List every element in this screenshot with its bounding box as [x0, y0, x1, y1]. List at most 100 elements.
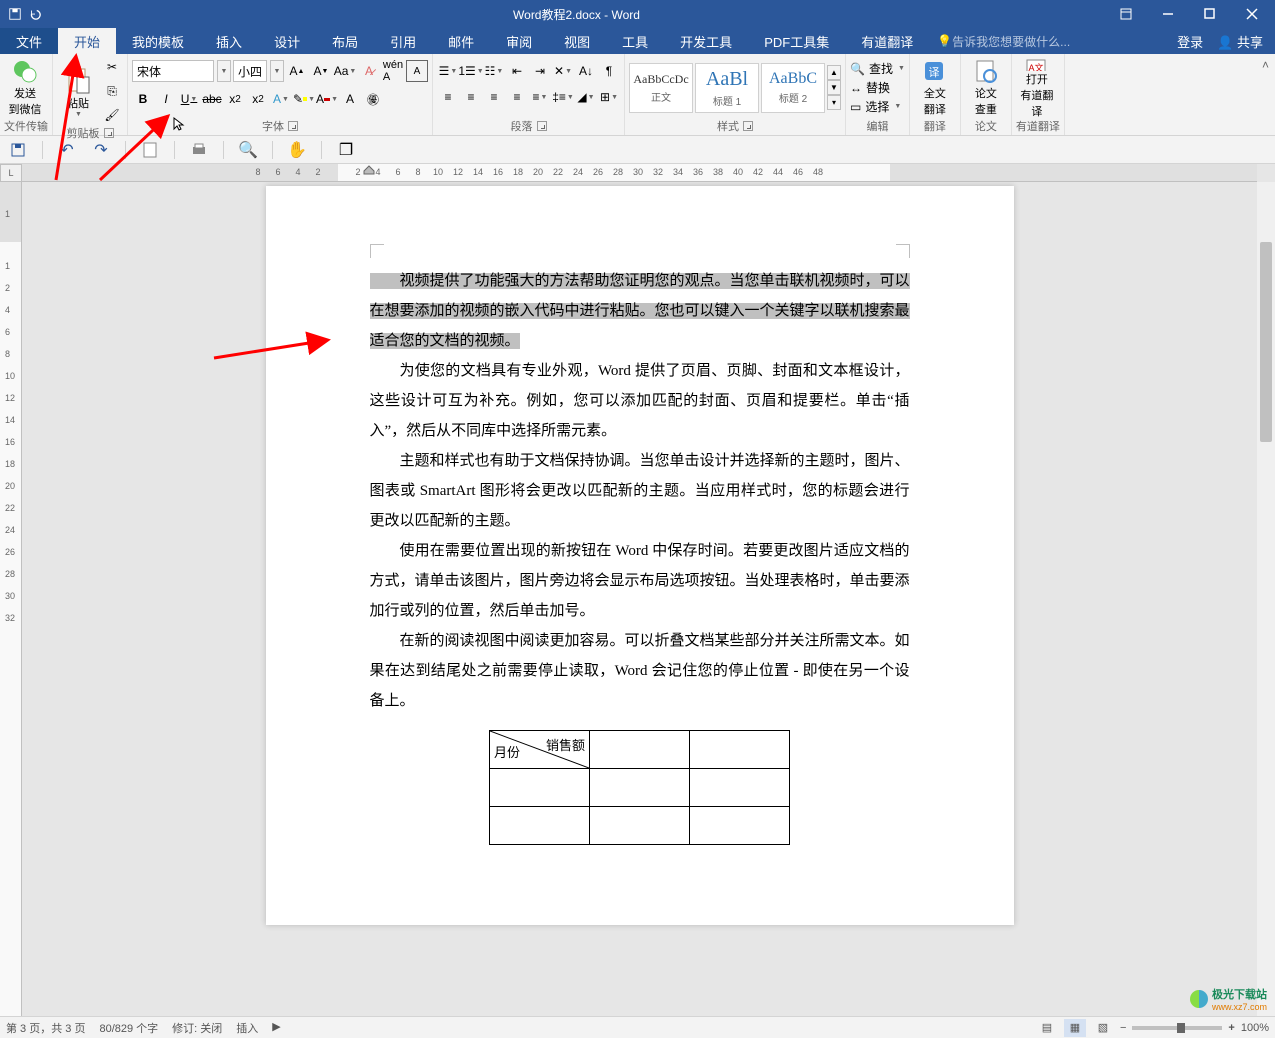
strikethrough-button[interactable]: abc — [201, 88, 223, 110]
qa-redo-icon[interactable]: ↷ — [91, 140, 111, 160]
phonetic-icon[interactable]: wénA — [382, 60, 404, 82]
tab-home[interactable]: 开始 — [58, 28, 116, 54]
share-button[interactable]: 👤 共享 — [1217, 32, 1263, 51]
align-left-icon[interactable]: ≡ — [437, 86, 459, 108]
styles-scroll-up[interactable]: ▲ — [827, 65, 841, 80]
full-translate-button[interactable]: 译 全文 翻译 — [914, 57, 956, 119]
status-words[interactable]: 80/829 个字 — [99, 1020, 158, 1036]
paste-button[interactable]: 粘贴▼ — [57, 60, 99, 122]
tab-file[interactable]: 文件 — [0, 28, 58, 54]
sort-icon[interactable]: A↓ — [575, 60, 597, 82]
shrink-font-icon[interactable]: A▼ — [310, 60, 332, 82]
tab-references[interactable]: 引用 — [374, 28, 432, 54]
subscript-button[interactable]: x2 — [224, 88, 246, 110]
grow-font-icon[interactable]: A▲ — [286, 60, 308, 82]
paragraph-dialog-launcher[interactable] — [537, 121, 547, 131]
numbering-icon[interactable]: 1☰▼ — [460, 60, 482, 82]
paragraph-3[interactable]: 主题和样式也有助于文档保持协调。当您单击设计并选择新的主题时，图片、图表或 Sm… — [370, 446, 910, 536]
italic-button[interactable]: I — [155, 88, 177, 110]
style-heading2[interactable]: AaBbC标题 2 — [761, 63, 825, 113]
login-link[interactable]: 登录 — [1177, 32, 1203, 51]
qa-print-icon[interactable] — [189, 140, 209, 160]
line-spacing-icon[interactable]: ‡≡▼ — [552, 86, 574, 108]
clipboard-dialog-launcher[interactable] — [104, 128, 114, 138]
enclose-char-icon[interactable]: ㊝ — [362, 88, 384, 110]
vertical-scrollbar[interactable] — [1257, 182, 1275, 1016]
open-youdao-button[interactable]: A文 打开 有道翻译 — [1016, 57, 1058, 119]
char-shading-icon[interactable]: A — [339, 88, 361, 110]
tab-pdf[interactable]: PDF工具集 — [748, 28, 845, 54]
status-page[interactable]: 第 3 页，共 3 页 — [6, 1020, 85, 1036]
zoom-in-button[interactable]: + — [1228, 1022, 1234, 1034]
styles-scroll-down[interactable]: ▼ — [827, 80, 841, 95]
asian-layout-icon[interactable]: ✕▼ — [552, 60, 574, 82]
superscript-button[interactable]: x2 — [247, 88, 269, 110]
ribbon-options-icon[interactable] — [1111, 3, 1141, 25]
tell-me-input[interactable]: 💡 告诉我您想要做什么... — [929, 28, 1165, 54]
find-button[interactable]: 🔍查找▼ — [850, 60, 905, 77]
borders-icon[interactable]: ⊞▼ — [598, 86, 620, 108]
send-to-wechat-button[interactable]: 发送 到微信 — [4, 57, 46, 119]
decrease-indent-icon[interactable]: ⇤ — [506, 60, 528, 82]
read-mode-icon[interactable]: ▤ — [1036, 1019, 1058, 1037]
tab-youdao[interactable]: 有道翻译 — [845, 28, 929, 54]
text-effects-icon[interactable]: A▼ — [270, 88, 292, 110]
ruler-corner[interactable]: L — [0, 164, 22, 182]
paragraph-2[interactable]: 为使您的文档具有专业外观，Word 提供了页眉、页脚、封面和文本框设计，这些设计… — [370, 356, 910, 446]
collapse-ribbon-icon[interactable]: ˄ — [1262, 58, 1269, 72]
font-color-icon[interactable]: A▼ — [316, 88, 338, 110]
qa-save-icon[interactable] — [8, 140, 28, 160]
tab-tools[interactable]: 工具 — [606, 28, 664, 54]
close-button[interactable] — [1237, 3, 1267, 25]
status-track[interactable]: 修订: 关闭 — [172, 1020, 222, 1036]
distributed-icon[interactable]: ≡▼ — [529, 86, 551, 108]
select-button[interactable]: ▭选择▼ — [850, 98, 901, 115]
font-size-input[interactable] — [233, 60, 267, 82]
underline-button[interactable]: U▼ — [178, 88, 200, 110]
char-border-icon[interactable]: A — [406, 60, 428, 82]
tab-templates[interactable]: 我的模板 — [116, 28, 200, 54]
qa-preview-icon[interactable]: 🔍 — [238, 140, 258, 160]
qa-layers-icon[interactable]: ❐ — [336, 140, 356, 160]
format-painter-icon[interactable]: 🖌 — [101, 104, 123, 126]
paragraph-5[interactable]: 在新的阅读视图中阅读更加容易。可以折叠文档某些部分并关注所需文本。如果在达到结尾… — [370, 626, 910, 716]
selected-text[interactable]: 视频提供了功能强大的方法帮助您证明您的观点。当您单击联机视频时，可以在想要添加的… — [370, 273, 910, 349]
change-case-icon[interactable]: Aa▼ — [334, 60, 356, 82]
clear-format-icon[interactable]: A̷ — [358, 60, 380, 82]
bold-button[interactable]: B — [132, 88, 154, 110]
vertical-ruler[interactable]: 112468101214161820222426283032 — [0, 182, 22, 1016]
maximize-button[interactable] — [1195, 3, 1225, 25]
font-dialog-launcher[interactable] — [288, 121, 298, 131]
tab-design[interactable]: 设计 — [258, 28, 316, 54]
highlight-icon[interactable]: ✎▼ — [293, 88, 315, 110]
style-heading1[interactable]: AaBl标题 1 — [695, 63, 759, 113]
increase-indent-icon[interactable]: ⇥ — [529, 60, 551, 82]
zoom-level[interactable]: 100% — [1241, 1022, 1269, 1034]
cut-icon[interactable]: ✂ — [101, 56, 123, 78]
zoom-out-button[interactable]: − — [1120, 1022, 1126, 1034]
styles-expand[interactable]: ▾ — [827, 95, 841, 110]
status-macro-icon[interactable]: ▶ — [272, 1020, 280, 1036]
tab-view[interactable]: 视图 — [548, 28, 606, 54]
qa-hand-icon[interactable]: ✋ — [287, 140, 307, 160]
tab-mail[interactable]: 邮件 — [432, 28, 490, 54]
tab-layout[interactable]: 布局 — [316, 28, 374, 54]
tab-review[interactable]: 审阅 — [490, 28, 548, 54]
save-icon[interactable] — [8, 7, 22, 21]
paragraph-4[interactable]: 使用在需要位置出现的新按钮在 Word 中保存时间。若要更改图片适应文档的方式，… — [370, 536, 910, 626]
styles-dialog-launcher[interactable] — [743, 121, 753, 131]
align-right-icon[interactable]: ≡ — [483, 86, 505, 108]
status-insert[interactable]: 插入 — [236, 1020, 258, 1036]
print-layout-icon[interactable]: ▦ — [1064, 1019, 1086, 1037]
bullets-icon[interactable]: ☰▼ — [437, 60, 459, 82]
justify-icon[interactable]: ≡ — [506, 86, 528, 108]
zoom-slider[interactable] — [1132, 1026, 1222, 1030]
web-layout-icon[interactable]: ▧ — [1092, 1019, 1114, 1037]
undo-icon[interactable] — [28, 7, 42, 21]
horizontal-ruler[interactable]: 8642246810121416182022242628303234363840… — [22, 164, 1257, 182]
tab-devtools[interactable]: 开发工具 — [664, 28, 748, 54]
font-name-input[interactable] — [132, 60, 214, 82]
data-table[interactable]: 销售额 月份 — [489, 730, 790, 845]
qa-undo-icon[interactable]: ↶ — [57, 140, 77, 160]
shading-icon[interactable]: ◢▼ — [575, 86, 597, 108]
